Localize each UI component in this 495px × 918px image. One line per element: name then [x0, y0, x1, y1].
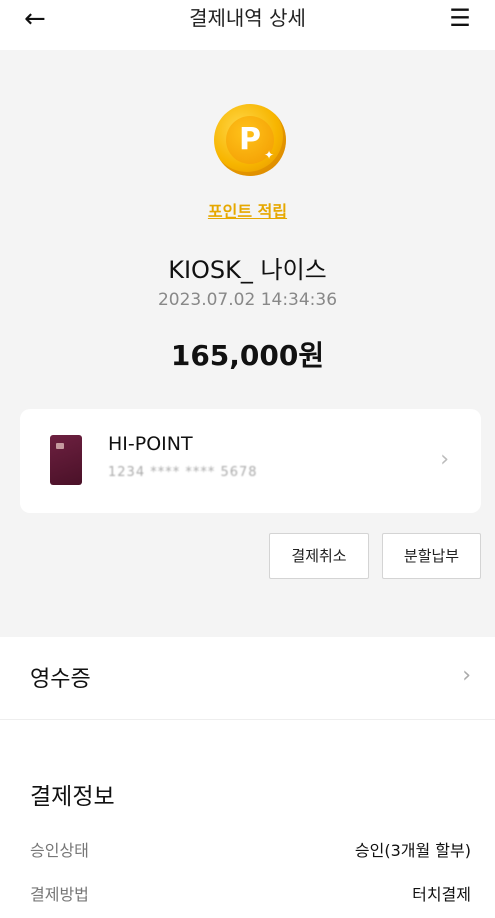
- card-number-masked: 1234 **** **** 5678: [108, 465, 258, 480]
- merchant-name: KIOSK_ 나이스: [168, 256, 327, 284]
- approval-status-label: 승인상태: [30, 841, 89, 860]
- installment-button[interactable]: 분할납부: [382, 533, 481, 579]
- point-coin-icon: P ✦: [214, 104, 286, 176]
- points-accrual-link-wrap: 포인트 적립: [0, 198, 495, 222]
- transaction-datetime: 2023.07.02 14:34:36: [157, 290, 338, 310]
- points-accrual-link[interactable]: 포인트 적립: [208, 202, 287, 221]
- menu-icon[interactable]: ☰: [447, 4, 473, 32]
- receipt-label: 영수증: [30, 667, 91, 692]
- sparkle-icon: ✦: [264, 148, 275, 162]
- header: ← 결제내역 상세 ☰: [0, 0, 495, 50]
- card-name: HI-POINT: [108, 433, 193, 455]
- receipt-row[interactable]: 영수증 ›: [0, 637, 495, 720]
- cancel-payment-button[interactable]: 결제취소: [269, 533, 369, 579]
- payment-method-label: 결제방법: [30, 885, 89, 904]
- approval-status-value: 승인(3개월 할부): [354, 841, 471, 860]
- payment-summary: P ✦ 포인트 적립 KIOSK_ 나이스 2023.07.02 14:34:3…: [0, 50, 495, 637]
- page-title: 결제내역 상세: [189, 6, 306, 30]
- payment-info-title: 결제정보: [30, 784, 115, 810]
- card-info-row[interactable]: HI-POINT 1234 **** **** 5678 ›: [20, 409, 481, 513]
- card-image: [50, 435, 82, 485]
- card-chip: [56, 443, 64, 449]
- chevron-right-icon: ›: [462, 663, 471, 688]
- payment-amount: 165,000원: [170, 339, 325, 372]
- chevron-right-icon: ›: [440, 447, 449, 472]
- payment-method-value: 터치결제: [412, 885, 471, 904]
